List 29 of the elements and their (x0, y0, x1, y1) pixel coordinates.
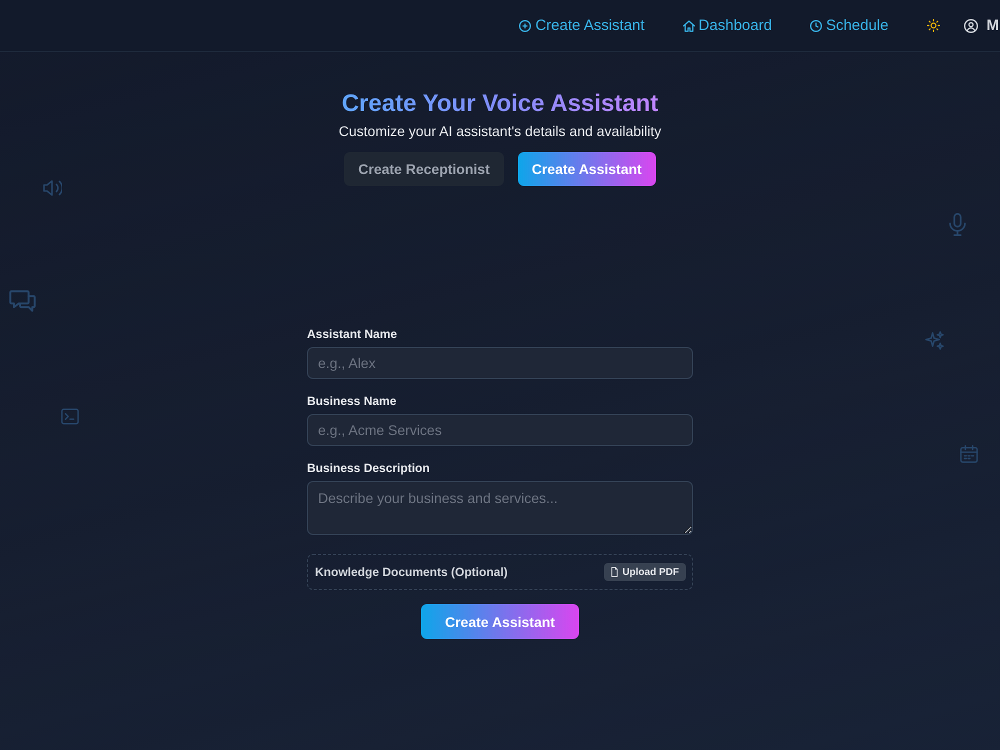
speaker-icon (43, 179, 62, 197)
sun-icon (926, 19, 940, 32)
field-label: Business Description (307, 461, 430, 475)
input-field[interactable]: e.g., Acme Services (307, 414, 693, 446)
chat-bubbles-icon (9, 290, 36, 312)
input-field[interactable]: e.g., Alex (307, 347, 693, 379)
page-subtitle: Customize your AI assistant's details and availability (338, 122, 662, 140)
sparkles-icon (925, 331, 944, 350)
user-circle-icon (964, 18, 978, 32)
field-label: Business Name (307, 394, 396, 408)
field-label: Assistant Name (307, 327, 398, 341)
theme-toggle-button[interactable] (926, 19, 940, 32)
nav-link[interactable]: Schedule (810, 17, 888, 34)
user-menu-button[interactable]: M (964, 17, 1000, 34)
calendar-icon (960, 445, 978, 463)
mode-tab[interactable]: Create Receptionist (344, 152, 504, 186)
clock-icon (810, 20, 822, 32)
nav-link[interactable]: Create Assistant (519, 17, 645, 34)
upload-pdf-button[interactable]: Upload PDF (604, 563, 686, 581)
upload-label: Knowledge Documents (Optional) (315, 565, 508, 579)
textarea-field[interactable]: Describe your business and services... (307, 481, 693, 535)
terminal-icon (61, 408, 79, 425)
nav-link[interactable]: Dashboard (682, 17, 772, 34)
house-icon (682, 20, 695, 32)
mode-tab[interactable]: Create Assistant (518, 152, 656, 186)
submit-button[interactable]: Create Assistant (421, 604, 579, 639)
file-icon (611, 567, 618, 577)
plus-circle-icon (519, 20, 532, 32)
microphone-icon (949, 211, 966, 238)
